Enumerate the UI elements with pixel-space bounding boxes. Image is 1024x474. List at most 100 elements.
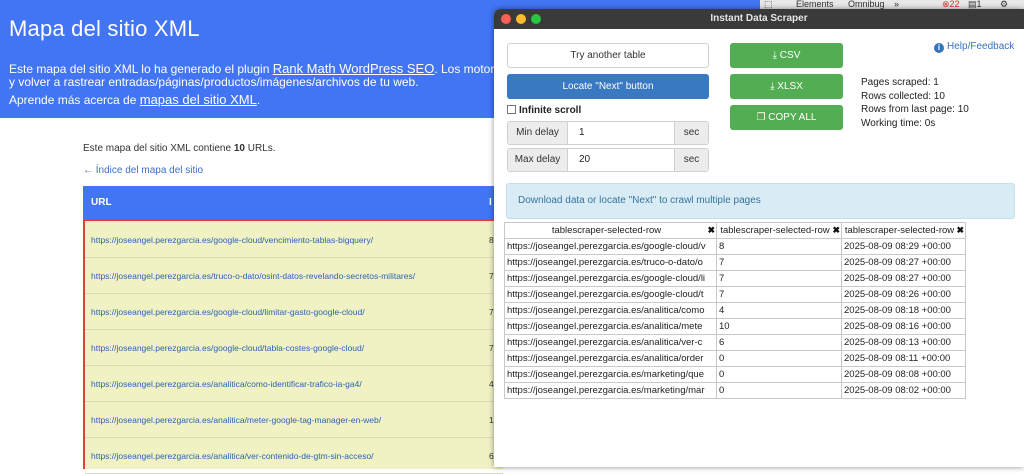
column-header-label: tablescraper-selected-row	[720, 225, 830, 236]
table-row: https://joseangel.perezgarcia.es/google-…	[504, 238, 966, 255]
url-link[interactable]: https://joseangel.perezgarcia.es/analiti…	[91, 415, 381, 425]
remove-column-icon[interactable]: ✖	[707, 225, 715, 236]
sitemap-table-header: URL I	[83, 186, 503, 219]
table-row: https://joseangel.perezgarcia.es/google-…	[504, 286, 966, 303]
count-prefix: Este mapa del sitio XML contiene	[83, 143, 234, 154]
infinite-scroll-toggle[interactable]: Infinite scroll	[507, 105, 581, 117]
table-row: https://joseangel.perezgarcia.es/analiti…	[504, 302, 966, 319]
cell-count: 6	[716, 334, 842, 351]
learn-prefix: Aprende más acerca de	[9, 93, 140, 107]
help-feedback-link[interactable]: i Help/Feedback	[934, 41, 1014, 53]
cell-count: 0	[716, 382, 842, 399]
cell-url: https://joseangel.perezgarcia.es/google-…	[504, 270, 717, 287]
url-link[interactable]: https://joseangel.perezgarcia.es/analiti…	[91, 379, 362, 389]
table-row: https://joseangel.perezgarcia.es/google-…	[85, 329, 503, 366]
cell-url: https://joseangel.perezgarcia.es/google-…	[504, 286, 717, 303]
info-icon: i	[934, 43, 944, 53]
min-delay-field: Min delay 1 sec	[507, 121, 709, 145]
min-delay-input[interactable]: 1	[579, 122, 585, 144]
cell-date: 2025-08-09 08:08 +00:00	[841, 366, 966, 383]
remove-column-icon[interactable]: ✖	[832, 225, 840, 236]
column-header: tablescraper-selected-row ✖	[716, 222, 842, 239]
intro-line-2: y volver a rastrear entradas/páginas/pro…	[9, 75, 419, 89]
learn-suffix: .	[256, 93, 261, 107]
column-header-label: tablescraper-selected-row	[551, 225, 662, 236]
scraper-window: Instant Data Scraper Try another table L…	[494, 9, 1024, 467]
rank-math-link[interactable]: Rank Math WordPress SEO	[273, 61, 435, 76]
try-another-table-button[interactable]: Try another table	[507, 43, 709, 68]
table-header-row: tablescraper-selected-row ✖ tablescraper-…	[504, 222, 966, 239]
table-row: https://joseangel.perezgarcia.es/google-…	[504, 270, 966, 287]
close-window-icon[interactable]	[501, 14, 511, 24]
table-row: https://joseangel.perezgarcia.es/google-…	[85, 221, 503, 258]
cell-count: 7	[716, 286, 842, 303]
minimize-window-icon[interactable]	[516, 14, 526, 24]
url-link[interactable]: https://joseangel.perezgarcia.es/google-…	[91, 307, 365, 317]
table-row: https://joseangel.perezgarcia.es/marketi…	[504, 382, 966, 399]
count-suffix: URLs.	[244, 143, 276, 154]
error-count: 22	[949, 0, 960, 9]
remove-column-icon[interactable]: ✖	[956, 225, 964, 236]
url-link[interactable]: https://joseangel.perezgarcia.es/analiti…	[91, 451, 374, 461]
url-link[interactable]: https://joseangel.perezgarcia.es/google-…	[91, 235, 373, 245]
cell-date: 2025-08-09 08:26 +00:00	[841, 286, 966, 303]
min-delay-unit: sec	[674, 122, 708, 144]
rows-collected: Rows collected: 10	[861, 90, 945, 102]
cell-url: https://joseangel.perezgarcia.es/analiti…	[504, 350, 717, 367]
cell-count: 0	[716, 366, 842, 383]
cell-date: 2025-08-09 08:02 +00:00	[841, 382, 966, 399]
table-row: https://joseangel.perezgarcia.es/marketi…	[504, 366, 966, 383]
more-tabs-icon[interactable]: »	[894, 0, 899, 9]
max-delay-input[interactable]: 20	[579, 149, 590, 171]
table-row: https://joseangel.perezgarcia.es/analiti…	[504, 318, 966, 335]
table-row: https://joseangel.perezgarcia.es/analiti…	[85, 365, 503, 402]
sitemaps-link[interactable]: mapas del sitio XML	[140, 92, 257, 107]
min-delay-label: Min delay	[508, 122, 568, 144]
url-count: Este mapa del sitio XML contiene 10 URLs…	[83, 143, 276, 154]
scraped-data-table: tablescraper-selected-row ✖ tablescraper-…	[504, 222, 966, 399]
cell-url: https://joseangel.perezgarcia.es/marketi…	[504, 382, 717, 399]
column-header-url: URL	[91, 197, 112, 208]
copy-all-button[interactable]: ❐ COPY ALL	[730, 105, 843, 130]
cell-date: 2025-08-09 08:18 +00:00	[841, 302, 966, 319]
sitemap-index-link[interactable]: ← Índice del mapa del sitio	[83, 165, 203, 176]
cell-url: https://joseangel.perezgarcia.es/analiti…	[504, 302, 717, 319]
cell-url: https://joseangel.perezgarcia.es/google-…	[504, 238, 717, 255]
cell-count: 10	[716, 318, 842, 335]
cell-date: 2025-08-09 08:27 +00:00	[841, 270, 966, 287]
intro-prefix: Este mapa del sitio XML lo ha generado e…	[9, 62, 273, 76]
cell-count: 8	[716, 238, 842, 255]
column-header: tablescraper-selected-row ✖	[504, 222, 717, 239]
cell-url: https://joseangel.perezgarcia.es/analiti…	[504, 334, 717, 351]
table-row: https://joseangel.perezgarcia.es/truco-o…	[504, 254, 966, 271]
cell-url: https://joseangel.perezgarcia.es/truco-o…	[504, 254, 717, 271]
page-title: Mapa del sitio XML	[9, 16, 200, 41]
infinite-scroll-checkbox[interactable]	[507, 105, 516, 114]
table-row: https://joseangel.perezgarcia.es/analiti…	[85, 401, 503, 438]
table-row: https://joseangel.perezgarcia.es/analiti…	[504, 350, 966, 367]
column-header: tablescraper-selected-row ✖	[841, 222, 966, 239]
xlsx-download-button[interactable]: ⤓ XLSX	[730, 74, 843, 99]
tab-elements[interactable]: Elements	[796, 0, 834, 9]
tab-omnibug[interactable]: Omnibug	[848, 0, 885, 9]
cell-date: 2025-08-09 08:11 +00:00	[841, 350, 966, 367]
window-title: Instant Data Scraper	[710, 13, 808, 24]
sitemap-table-body: https://joseangel.perezgarcia.es/google-…	[83, 219, 503, 474]
csv-download-button[interactable]: ⤓ CSV	[730, 43, 843, 68]
cell-date: 2025-08-09 08:13 +00:00	[841, 334, 966, 351]
infinite-scroll-label: Infinite scroll	[519, 105, 582, 116]
pages-scraped: Pages scraped: 1	[861, 77, 939, 88]
table-row: https://joseangel.perezgarcia.es/google-…	[85, 293, 503, 330]
max-delay-field: Max delay 20 sec	[507, 148, 709, 172]
maximize-window-icon[interactable]	[531, 14, 541, 24]
sitemap-intro: Este mapa del sitio XML lo ha generado e…	[9, 62, 540, 89]
cell-date: 2025-08-09 08:27 +00:00	[841, 254, 966, 271]
working-time: Working time: 0s	[861, 117, 936, 129]
url-link[interactable]: https://joseangel.perezgarcia.es/truco-o…	[91, 271, 415, 281]
table-row: https://joseangel.perezgarcia.es/truco-o…	[85, 257, 503, 294]
locate-next-button[interactable]: Locate "Next" button	[507, 74, 709, 99]
max-delay-label: Max delay	[508, 149, 568, 171]
column-header-images: I	[489, 197, 492, 208]
url-link[interactable]: https://joseangel.perezgarcia.es/google-…	[91, 343, 364, 353]
cell-count: 4	[716, 302, 842, 319]
